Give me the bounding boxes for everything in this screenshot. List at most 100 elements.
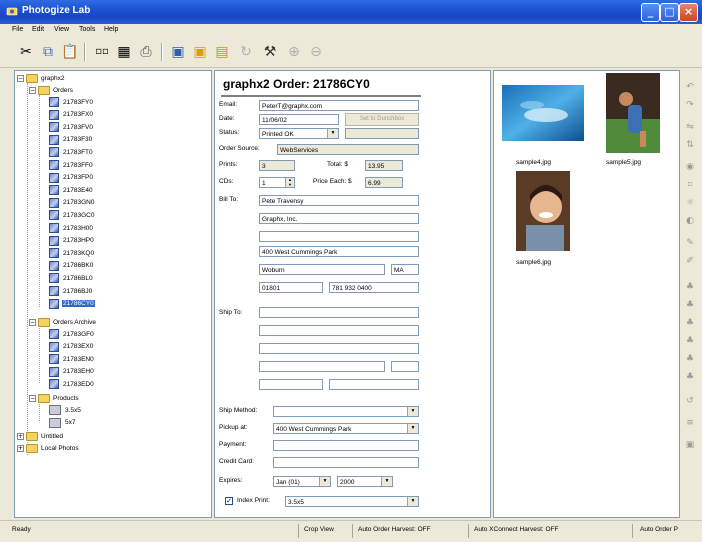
set-to-dunchbox-button[interactable]: Set to Dunchbox xyxy=(345,113,419,126)
menu-tools[interactable]: Tools xyxy=(79,26,95,33)
tree-item[interactable]: 21783EN0 xyxy=(49,353,95,365)
thumbnail-view-icon[interactable]: ▫▫ xyxy=(92,42,112,62)
date-field[interactable]: 11/06/02 xyxy=(259,114,339,125)
tree-item[interactable]: 21786BJ0 xyxy=(49,285,93,297)
tree-item[interactable]: 21783GF0 xyxy=(49,328,95,340)
tree-products-folder[interactable]: − Products xyxy=(29,392,80,404)
color-blue-icon[interactable]: ♣ xyxy=(683,316,697,330)
tree-item[interactable]: 21786CY0 xyxy=(49,298,95,310)
tree-item[interactable]: 21783F30 xyxy=(49,134,93,146)
ship-street-field[interactable] xyxy=(259,343,419,354)
sharpen-icon[interactable]: ♣ xyxy=(683,352,697,366)
tree-item[interactable]: 21783ED0 xyxy=(49,378,95,390)
expires-month-select[interactable]: Jan (01) ▼ xyxy=(273,476,331,487)
menu-edit[interactable]: Edit xyxy=(32,26,44,33)
tree-item[interactable]: 21783EX0 xyxy=(49,341,94,353)
tree-item[interactable]: 21783FP0 xyxy=(49,172,94,184)
contrast-icon[interactable]: ◐ xyxy=(683,214,697,228)
export-icon[interactable]: ▤ xyxy=(212,42,232,62)
payment-field[interactable] xyxy=(273,440,419,451)
tree-item[interactable]: 21783GC0 xyxy=(49,209,95,221)
save-icon[interactable]: ▣ xyxy=(683,438,697,452)
brightness-icon[interactable]: ☼ xyxy=(683,196,697,210)
minimize-button[interactable]: _ xyxy=(641,3,660,22)
credit-card-field[interactable] xyxy=(273,457,419,468)
flip-icon[interactable]: ⇋ xyxy=(683,120,697,134)
tree-item[interactable]: 21783FF0 xyxy=(49,159,94,171)
close-button[interactable]: × xyxy=(679,3,698,22)
copy-icon[interactable]: ⧉ xyxy=(38,42,58,62)
tree-item[interactable]: 21786BK0 xyxy=(49,260,94,272)
zoom-in-icon[interactable]: ⊕ xyxy=(284,42,304,62)
tree-untitled-folder[interactable]: + Untitled xyxy=(17,430,64,442)
print-icon[interactable]: ⎙ xyxy=(136,42,156,62)
status-select[interactable]: Printed OK ▼ xyxy=(259,128,339,139)
tree-item[interactable]: 21783GN0 xyxy=(49,197,95,209)
index-print-checkbox[interactable]: ✓ xyxy=(225,497,233,505)
tree-archive-folder[interactable]: − Orders Archive xyxy=(29,316,97,328)
bill-name-field[interactable]: Pete Travensy xyxy=(259,195,419,206)
menu-file[interactable]: File xyxy=(12,26,23,33)
bill-state-field[interactable]: MA xyxy=(391,264,419,275)
color-green-icon[interactable]: ♣ xyxy=(683,298,697,312)
bill-street-field[interactable]: 400 West Cummings Park xyxy=(259,246,419,257)
cut-icon[interactable]: ✂ xyxy=(16,42,36,62)
tree-item[interactable]: 21783FT0 xyxy=(49,146,94,158)
rotate-right-icon[interactable]: ↷ xyxy=(683,98,697,112)
index-print-select[interactable]: 3.5x5 ▼ xyxy=(285,496,419,507)
spinner-arrows-icon[interactable]: ▲ ▼ xyxy=(285,178,294,187)
menu-help[interactable]: Help xyxy=(104,26,118,33)
bill-zip-field[interactable]: 01801 xyxy=(259,282,323,293)
tree-item[interactable]: 21783EH0 xyxy=(49,366,95,378)
ship-state-field[interactable] xyxy=(391,361,419,372)
zoom-out-icon[interactable]: ⊖ xyxy=(306,42,326,62)
bill-city-field[interactable]: Woburn xyxy=(259,264,385,275)
images-icon[interactable]: ▣ xyxy=(190,42,210,62)
ship-phone-field[interactable] xyxy=(329,379,419,390)
grid-view-icon[interactable]: ▦ xyxy=(114,42,134,62)
tree-item[interactable]: 21783FY0 xyxy=(49,96,94,108)
ship-city-field[interactable] xyxy=(259,361,385,372)
rotate-icon[interactable]: ↻ xyxy=(236,42,256,62)
ship-method-select[interactable]: ▼ xyxy=(273,406,419,417)
thumbnail-sample6[interactable] xyxy=(516,171,570,251)
tree-item[interactable]: 21783HP0 xyxy=(49,235,95,247)
pickup-select[interactable]: 400 West Cummings Park ▼ xyxy=(273,423,419,434)
list-icon[interactable]: ≡ xyxy=(683,416,697,430)
save-image-icon[interactable]: ▣ xyxy=(168,42,188,62)
bill-company-field[interactable]: Graphx, Inc. xyxy=(259,213,419,224)
color-red-icon[interactable]: ♣ xyxy=(683,280,697,294)
brush-icon[interactable]: ✐ xyxy=(683,254,697,268)
paste-icon[interactable]: 📋 xyxy=(60,42,80,62)
tree-item[interactable]: 3.5x5 xyxy=(49,404,82,416)
bill-phone-field[interactable]: 781 932 0400 xyxy=(329,282,419,293)
tree-item[interactable]: 21783E40 xyxy=(49,184,94,196)
bill-street-field[interactable] xyxy=(259,231,419,242)
tree-item[interactable]: 21786BL0 xyxy=(49,272,94,284)
menu-view[interactable]: View xyxy=(54,26,69,33)
blur-icon[interactable]: ♣ xyxy=(683,370,697,384)
tree-item[interactable]: 21783FX0 xyxy=(49,109,94,121)
tree-item[interactable]: 21783FV0 xyxy=(49,121,94,133)
maximize-button[interactable]: □ xyxy=(660,3,679,22)
tree-item[interactable]: 21783H00 xyxy=(49,222,94,234)
ship-name-field[interactable] xyxy=(259,307,419,318)
tools-icon[interactable]: ⚒ xyxy=(260,42,280,62)
tree-orders-folder[interactable]: − Orders xyxy=(29,84,74,96)
ship-zip-field[interactable] xyxy=(259,379,323,390)
mirror-icon[interactable]: ⇅ xyxy=(683,138,697,152)
pen-icon[interactable]: ✎ xyxy=(683,236,697,250)
red-eye-icon[interactable]: ◉ xyxy=(683,160,697,174)
expires-year-select[interactable]: 2000 ▼ xyxy=(337,476,393,487)
tree-item[interactable]: 5x7 xyxy=(49,417,76,429)
tree-local-photos-folder[interactable]: + Local Photos xyxy=(17,442,80,454)
saturation-icon[interactable]: ♣ xyxy=(683,334,697,348)
undo-icon[interactable]: ↺ xyxy=(683,394,697,408)
tree-root[interactable]: − graphx2 xyxy=(17,72,66,84)
cds-stepper[interactable]: 1 ▲ ▼ xyxy=(259,177,295,188)
rotate-left-icon[interactable]: ↶ xyxy=(683,80,697,94)
ship-company-field[interactable] xyxy=(259,325,419,336)
thumbnail-sample5[interactable] xyxy=(606,73,660,153)
email-field[interactable]: PeterT@graphx.com xyxy=(259,100,419,111)
crop-icon[interactable]: ⌗ xyxy=(683,178,697,192)
